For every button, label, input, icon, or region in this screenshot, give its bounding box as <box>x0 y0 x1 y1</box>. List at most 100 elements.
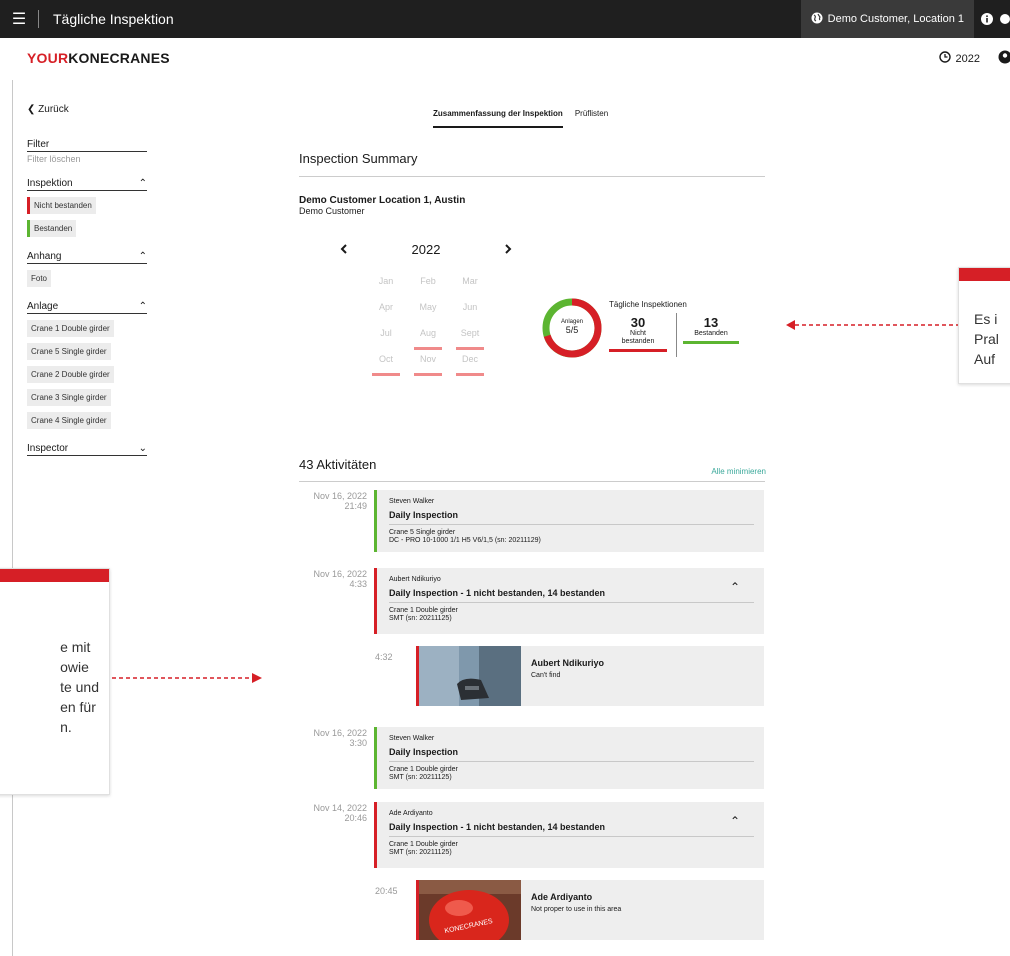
callout-red-bar <box>0 569 109 582</box>
asset-filter-toggle[interactable]: Anlage ⌃ <box>27 301 147 314</box>
activity-card[interactable]: Steven Walker Daily Inspection Crane 1 D… <box>374 727 764 789</box>
filter-chip-photo[interactable]: Foto <box>27 270 52 287</box>
filter-chip-failed[interactable]: Nicht bestanden <box>27 197 96 214</box>
collapse-chevron-up-icon[interactable]: ⌃ <box>730 580 740 594</box>
year-value: 2022 <box>955 52 980 65</box>
donut-center-label: Anlagen 5/5 <box>560 319 584 335</box>
left-divider <box>12 80 13 956</box>
inspection-filter-section: Inspektion ⌃ Nicht bestanden Bestanden <box>27 178 147 237</box>
month-cell[interactable]: Sept <box>449 328 491 350</box>
callout-arrow-left <box>786 320 958 330</box>
filter-chip-passed[interactable]: Bestanden <box>27 220 77 237</box>
globe-icon <box>811 12 823 27</box>
activity-card[interactable]: Aubert Ndikuriyo Daily Inspection - 1 ni… <box>374 568 764 634</box>
topbar-right: Demo Customer, Location 1 <box>800 0 1010 38</box>
month-cell[interactable]: Jan <box>365 276 407 294</box>
summary-title: Inspection Summary <box>299 151 418 166</box>
activity-card[interactable]: Ade Ardiyanto Daily Inspection - 1 nicht… <box>374 802 764 868</box>
tab-inspection-summary[interactable]: Zusammenfassung der Inspektion <box>433 109 563 128</box>
chevron-up-icon: ⌃ <box>138 178 147 189</box>
photo-timestamp: 4:32 <box>375 652 393 662</box>
photo-timestamp: 20:45 <box>375 886 398 896</box>
clock-icon <box>938 51 951 66</box>
filter-chip-crane[interactable]: Crane 2 Double girder <box>27 366 114 383</box>
failed-bar <box>609 349 667 352</box>
collapse-all-link[interactable]: Alle minimieren <box>711 467 766 476</box>
month-cell[interactable]: May <box>407 302 449 320</box>
customer-subtitle: Demo Customer <box>299 206 365 216</box>
chevron-right-icon <box>505 244 512 254</box>
inspector-filter-section: Inspector ⌄ <box>27 443 147 456</box>
month-cell[interactable]: Dec <box>449 354 491 376</box>
help-callout-right: Es i Pral Auf <box>958 267 1010 384</box>
chevron-left-icon <box>340 244 347 254</box>
next-year-button[interactable] <box>504 242 512 257</box>
app-title: Tägliche Inspektion <box>53 11 174 27</box>
filter-chip-crane[interactable]: Crane 5 Single girder <box>27 343 111 360</box>
topbar-separator <box>38 10 39 28</box>
chevron-up-icon: ⌃ <box>138 251 147 262</box>
callout-text: Es i Pral Auf <box>974 311 999 367</box>
filter-chip-crane[interactable]: Crane 4 Single girder <box>27 412 111 429</box>
tab-bar: Zusammenfassung der Inspektion Prüfliste… <box>433 109 620 128</box>
activities-title: 43 Aktivitäten <box>299 457 377 472</box>
year-selector[interactable]: 2022 <box>938 51 980 66</box>
top-bar: ☰ Tägliche Inspektion Demo Customer, Loc… <box>0 0 1010 38</box>
chevron-left-icon: ❮ <box>27 104 36 115</box>
callout-red-bar <box>959 268 1010 281</box>
month-cell[interactable]: Jul <box>365 328 407 346</box>
year-navigator: 2022 <box>340 242 512 257</box>
chevron-down-icon: ⌄ <box>138 443 147 454</box>
help-icon[interactable] <box>1000 0 1010 38</box>
location-title: Demo Customer Location 1, Austin <box>299 195 466 206</box>
account-icon[interactable] <box>998 50 1010 67</box>
attachment-photo[interactable] <box>419 646 521 706</box>
month-cell[interactable]: Feb <box>407 276 449 294</box>
chevron-up-icon: ⌃ <box>138 301 147 312</box>
activity-timestamp: Nov 14, 2022 20:46 <box>313 803 367 823</box>
asset-filter-section: Anlage ⌃ Crane 1 Double girder Crane 5 Si… <box>27 301 147 429</box>
passed-count-stat[interactable]: 13 Bestanden <box>683 315 739 344</box>
help-callout-left: e mit owie te und en für n. <box>0 568 110 795</box>
failed-count-stat[interactable]: 30 Nicht bestanden <box>609 315 667 352</box>
customer-selector[interactable]: Demo Customer, Location 1 <box>800 0 974 38</box>
back-link[interactable]: ❮ Zurück <box>27 104 147 115</box>
yourkonecranes-logo[interactable]: YOURKONECRANES <box>27 50 170 66</box>
month-grid: Jan Feb Mar Apr May Jun Jul Aug Sept Oct Nov Dec <box>365 276 491 376</box>
logo-bar: YOURKONECRANES 2022 <box>0 38 1010 80</box>
filter-header: Filter <box>27 139 147 152</box>
stat-divider <box>676 313 677 357</box>
activity-timestamp: Nov 16, 2022 4:33 <box>313 569 367 589</box>
summary-divider <box>299 176 765 177</box>
passed-bar <box>683 341 739 344</box>
attachment-photo[interactable]: KONECRANES <box>419 880 521 940</box>
activities-divider <box>299 481 765 482</box>
filter-chip-crane[interactable]: Crane 1 Double girder <box>27 320 114 337</box>
month-cell[interactable]: Apr <box>365 302 407 320</box>
photo-attachment-card[interactable]: 20:45 KONECRANES Ade Ardiyanto Not prope… <box>375 880 764 940</box>
customer-name: Demo Customer, Location 1 <box>827 13 964 25</box>
month-cell[interactable]: Mar <box>449 276 491 294</box>
calendar-year: 2022 <box>411 242 441 257</box>
tab-checklists[interactable]: Prüflisten <box>575 109 608 128</box>
previous-year-button[interactable] <box>340 242 348 257</box>
inspector-filter-toggle[interactable]: Inspector ⌄ <box>27 443 147 456</box>
inspection-filter-toggle[interactable]: Inspektion ⌃ <box>27 178 147 191</box>
activity-timestamp: Nov 16, 2022 21:49 <box>313 491 367 511</box>
filter-sidebar: ❮ Zurück Filter Filter löschen Inspektio… <box>27 104 147 456</box>
activity-timestamp: Nov 16, 2022 3:30 <box>313 728 367 748</box>
hamburger-menu-icon[interactable]: ☰ <box>0 0 38 38</box>
month-cell[interactable]: Aug <box>407 328 449 350</box>
month-cell[interactable]: Nov <box>407 354 449 376</box>
daily-inspections-title: Tägliche Inspektionen <box>609 300 687 309</box>
clear-filter-link[interactable]: Filter löschen <box>27 154 147 164</box>
filter-chip-crane[interactable]: Crane 3 Single girder <box>27 389 111 406</box>
month-cell[interactable]: Jun <box>449 302 491 320</box>
collapse-chevron-up-icon[interactable]: ⌃ <box>730 814 740 828</box>
month-cell[interactable]: Oct <box>365 354 407 376</box>
info-icon[interactable] <box>974 0 1000 38</box>
attachment-filter-toggle[interactable]: Anhang ⌃ <box>27 251 147 264</box>
attachment-filter-section: Anhang ⌃ Foto <box>27 251 147 287</box>
activity-card[interactable]: Steven Walker Daily Inspection Crane 5 S… <box>374 490 764 552</box>
photo-attachment-card[interactable]: 4:32 Aubert Ndikuriyo Can't find <box>375 646 764 706</box>
